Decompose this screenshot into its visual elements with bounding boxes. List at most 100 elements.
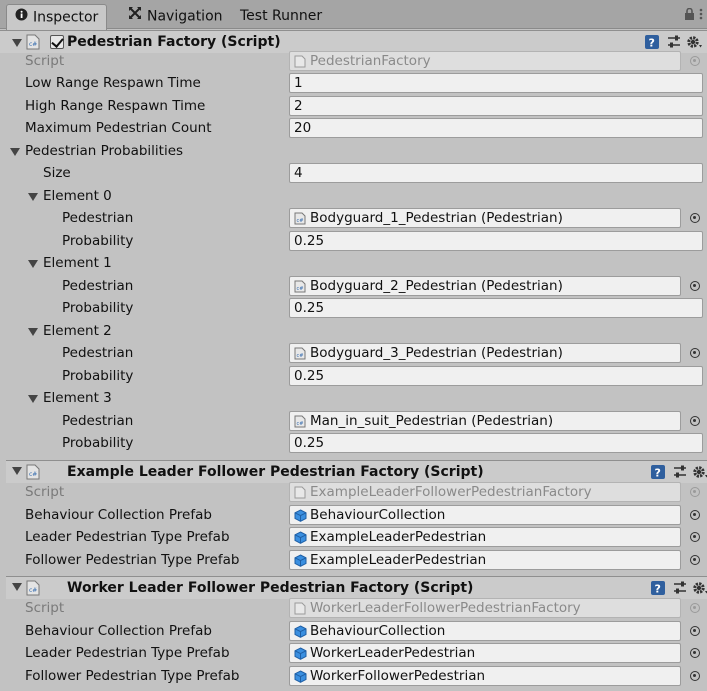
pedestrian-object-field[interactable]: c# Bodyguard_3_Pedestrian (Pedestrian) [289,343,681,363]
element-label: Element 0 [43,188,112,204]
tab-inspector-label: Inspector [33,9,99,26]
tab-options-menu[interactable] [684,7,703,23]
object-picker-icon[interactable] [690,416,700,426]
script-label: Script [25,484,65,500]
leader-prefab-label: Leader Pedestrian Type Prefab [25,645,230,661]
script-file-icon: c# [294,212,306,227]
tab-test-runner-label: Test Runner [240,8,323,24]
foldout-arrow-icon[interactable] [10,148,20,156]
max-count-label: Maximum Pedestrian Count [25,120,212,136]
element-label: Element 2 [43,323,112,339]
script-file-icon: c# [294,347,306,362]
element-3-foldout[interactable]: Element 3 [0,387,707,409]
probabilities-label: Pedestrian Probabilities [25,143,184,159]
object-picker-icon[interactable] [690,648,700,658]
header-icons: ? [650,464,707,481]
prefab-cube-icon [294,554,307,569]
object-picker-icon [690,487,700,497]
tab-bar: Inspector Navigation Test Runner [0,0,707,30]
collapse-arrow-icon[interactable] [12,39,22,47]
low-range-label: Low Range Respawn Time [25,75,201,91]
element-2-foldout[interactable]: Element 2 [0,320,707,342]
probabilities-foldout[interactable]: Pedestrian Probabilities [0,140,707,162]
pedestrian-object-field[interactable]: c# Bodyguard_1_Pedestrian (Pedestrian) [289,208,681,228]
behaviour-collection-label: Behaviour Collection Prefab [25,507,212,523]
probability-input[interactable]: 0.25 [289,366,703,386]
script-field-value: WorkerLeaderFollowerPedestrianFactory [310,600,581,616]
behaviour-collection-value: BehaviourCollection [310,623,446,639]
info-icon [15,5,28,30]
script-field: PedestrianFactory [289,51,681,71]
low-range-input[interactable]: 1 [289,73,703,93]
follower-prefab-field[interactable]: ExampleLeaderPedestrian [289,550,681,570]
follower-prefab-row: Follower Pedestrian Type Prefab WorkerFo… [0,665,707,687]
behaviour-collection-field[interactable]: BehaviourCollection [289,621,681,641]
object-picker-icon[interactable] [690,626,700,636]
component-enabled-checkbox[interactable] [50,35,64,49]
follower-prefab-value: WorkerFollowerPedestrian [310,668,486,684]
probability-input[interactable]: 0.25 [289,298,703,318]
foldout-arrow-icon[interactable] [28,193,38,201]
collapse-arrow-icon[interactable] [12,583,22,591]
size-label: Size [43,165,71,181]
object-picker-icon[interactable] [690,281,700,291]
follower-prefab-field[interactable]: WorkerFollowerPedestrian [289,666,681,686]
script-file-icon: c# [294,280,306,295]
element-3-pedestrian-row: Pedestrian c# Man_in_suit_Pedestrian (Pe… [0,410,707,432]
collapse-arrow-icon[interactable] [12,467,22,475]
navigation-icon [128,4,142,29]
leader-prefab-field[interactable]: WorkerLeaderPedestrian [289,643,681,663]
follower-prefab-row: Follower Pedestrian Type Prefab ExampleL… [0,549,707,571]
high-range-input[interactable]: 2 [289,96,703,116]
svg-text:c#: c# [29,471,37,478]
tab-navigation-label: Navigation [147,8,223,25]
max-count-row: Maximum Pedestrian Count 20 [0,117,707,139]
probability-label: Probability [62,368,134,384]
element-0-foldout[interactable]: Element 0 [0,185,707,207]
pedestrian-object-field[interactable]: c# Man_in_suit_Pedestrian (Pedestrian) [289,411,681,431]
script-label: Script [25,53,65,69]
component-header-worker-leader-follower[interactable]: c# Worker Leader Follower Pedestrian Fac… [6,576,707,599]
behaviour-collection-row: Behaviour Collection Prefab BehaviourCol… [0,504,707,526]
foldout-arrow-icon[interactable] [28,260,38,268]
pedestrian-object-field[interactable]: c# Bodyguard_2_Pedestrian (Pedestrian) [289,276,681,296]
pedestrian-value: Bodyguard_2_Pedestrian (Pedestrian) [310,278,563,294]
max-count-input[interactable]: 20 [289,118,703,138]
lock-icon[interactable] [684,7,699,23]
svg-text:c#: c# [297,286,304,292]
script-field: WorkerLeaderFollowerPedestrianFactory [289,598,681,618]
element-label: Element 3 [43,390,112,406]
behaviour-collection-field[interactable]: BehaviourCollection [289,505,681,525]
leader-prefab-row: Leader Pedestrian Type Prefab ExampleLea… [0,526,707,548]
pedestrian-value: Bodyguard_1_Pedestrian (Pedestrian) [310,210,563,226]
object-picker-icon[interactable] [690,555,700,565]
object-picker-icon[interactable] [690,213,700,223]
component-header-example-leader-follower[interactable]: c# Example Leader Follower Pedestrian Fa… [6,460,707,483]
foldout-arrow-icon[interactable] [28,328,38,336]
probability-label: Probability [62,300,134,316]
size-input[interactable]: 4 [289,163,703,183]
tab-test-runner[interactable]: Test Runner [232,4,330,29]
svg-text:c#: c# [29,41,37,48]
element-1-probability-row: Probability 0.25 [0,297,707,319]
probability-input[interactable]: 0.25 [289,231,703,251]
tab-navigation[interactable]: Navigation [120,4,231,29]
pedestrian-label: Pedestrian [62,413,134,429]
foldout-arrow-icon[interactable] [28,395,38,403]
probability-input[interactable]: 0.25 [289,433,703,453]
tab-inspector[interactable]: Inspector [6,4,108,30]
object-picker-icon [690,603,700,613]
leader-prefab-field[interactable]: ExampleLeaderPedestrian [289,527,681,547]
svg-text:c#: c# [297,421,304,427]
script-file-icon [294,602,306,617]
kebab-menu-icon[interactable] [699,8,703,20]
leader-prefab-value: WorkerLeaderPedestrian [310,645,476,661]
object-picker-icon[interactable] [690,510,700,520]
header-icons: ? [644,34,704,51]
leader-prefab-label: Leader Pedestrian Type Prefab [25,529,230,545]
object-picker-icon[interactable] [690,671,700,681]
object-picker-icon[interactable] [690,532,700,542]
object-picker-icon[interactable] [690,348,700,358]
element-1-foldout[interactable]: Element 1 [0,252,707,274]
low-range-row: Low Range Respawn Time 1 [0,72,707,94]
